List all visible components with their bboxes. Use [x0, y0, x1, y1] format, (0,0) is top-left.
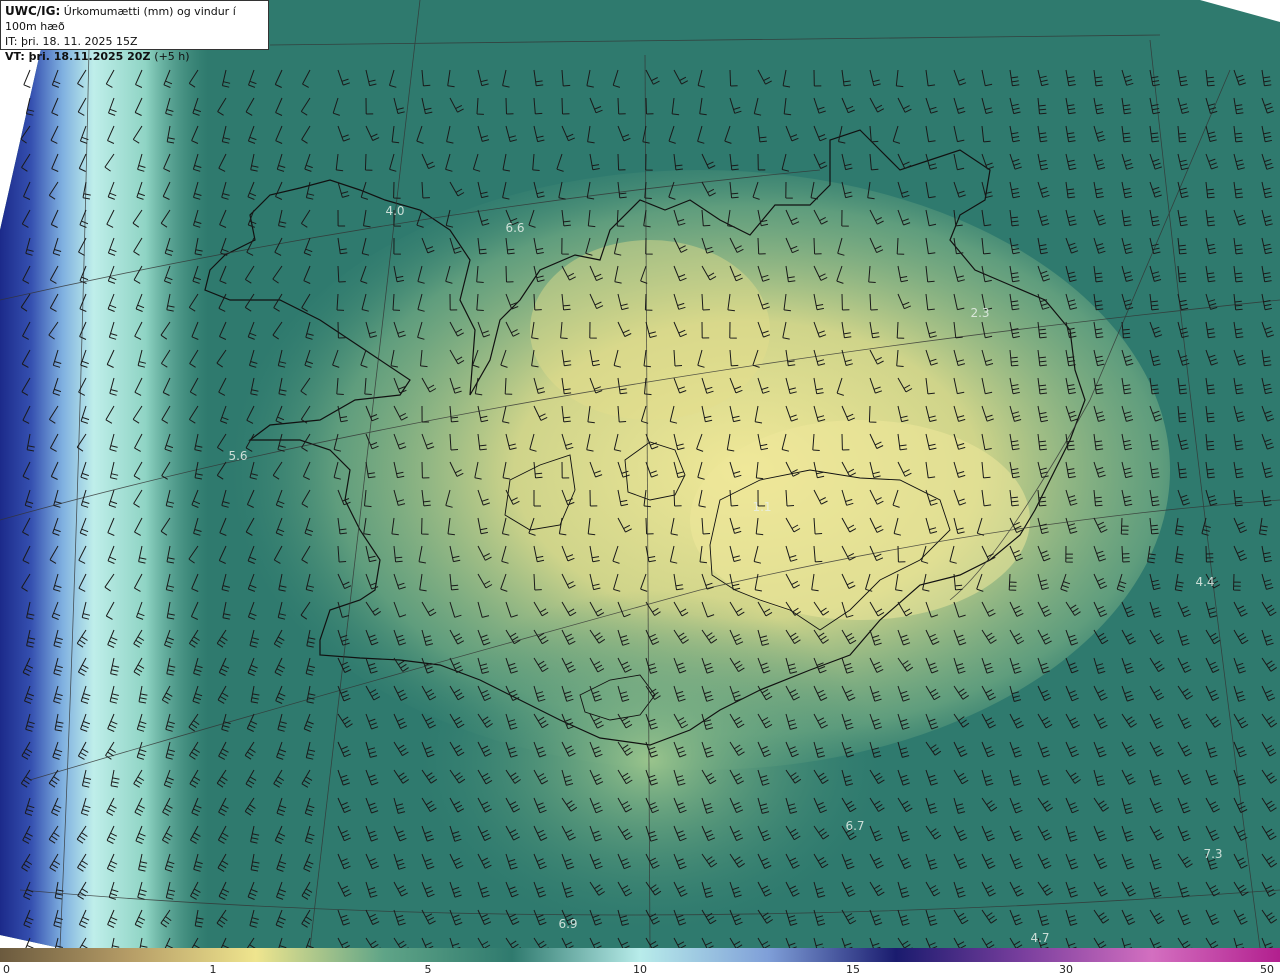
value-label: 1.1 [752, 500, 771, 514]
value-label: 4.7 [1030, 931, 1049, 945]
value-label: 4.0 [385, 204, 404, 218]
value-label: 5.6 [228, 449, 247, 463]
valid-time: VT: þri. 18.11.2025 20Z (+5 h) [5, 50, 190, 63]
colorbar-tick-50: 50 [1260, 963, 1274, 976]
colorbar-tick-30: 30 [1059, 963, 1073, 976]
colorbar-tick-1: 1 [209, 963, 217, 976]
value-label: 6.7 [845, 819, 864, 833]
value-label: 6.6 [505, 221, 524, 235]
value-label: 2.3 [970, 306, 989, 320]
precipitation-wind-map: 4.0 6.6 2.3 5.6 1.1 4.4 6.7 7.3 6.9 4.7 [0, 0, 1280, 948]
header-title: UWC/IG: Úrkomumætti (mm) og vindur í 100… [5, 4, 236, 33]
colorbar-tick-10: 10 [633, 963, 647, 976]
colorbar [0, 948, 1280, 962]
value-label: 7.3 [1203, 847, 1222, 861]
issue-time: IT: þri. 18. 11. 2025 15Z [5, 35, 138, 48]
value-label: 6.9 [558, 917, 577, 931]
colorbar-ticks: 0 1 5 10 15 30 50 [0, 962, 1280, 978]
map-header: UWC/IG: Úrkomumætti (mm) og vindur í 100… [0, 0, 269, 63]
colorbar-tick-0: 0 [3, 963, 10, 976]
colorbar-tick-5: 5 [424, 963, 432, 976]
colorbar-tick-15: 15 [846, 963, 860, 976]
value-label: 4.4 [1195, 575, 1214, 589]
